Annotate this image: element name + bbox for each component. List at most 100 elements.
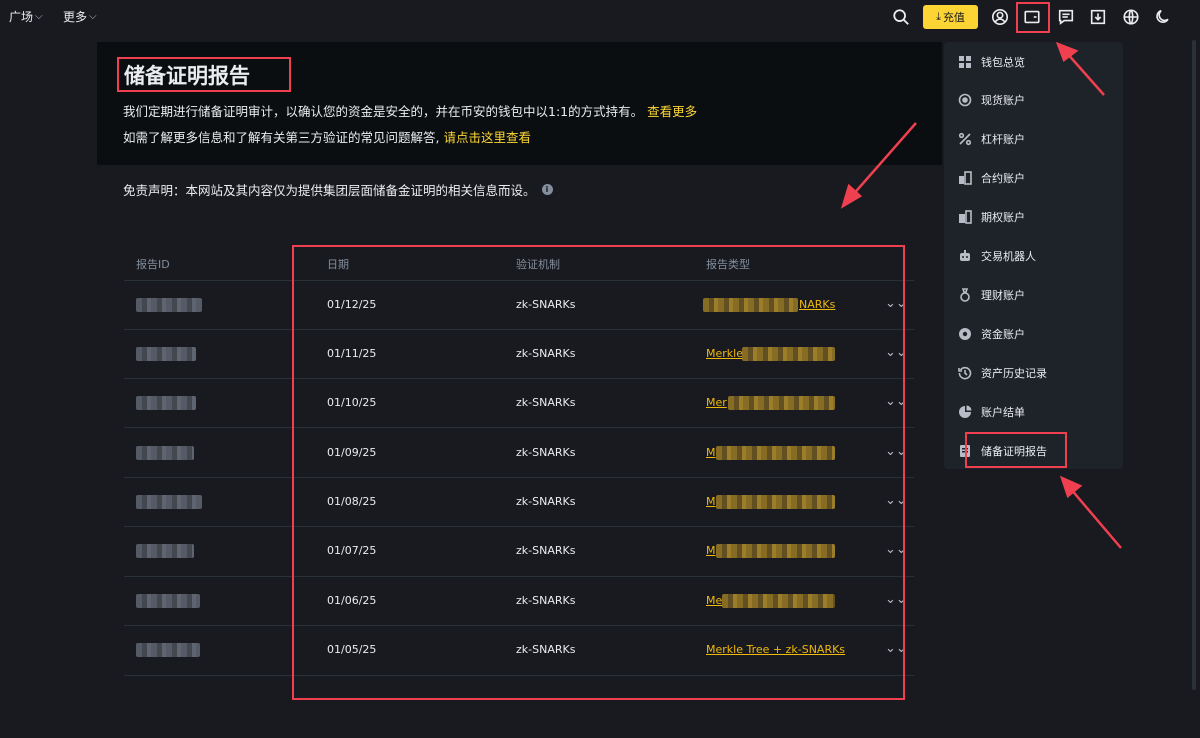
header-report-type: 报告类型 [706, 258, 750, 271]
report-type-link[interactable]: NARKs [799, 298, 835, 311]
nav-square[interactable]: 广场 ⌵ [9, 8, 43, 25]
arrow-line [1069, 487, 1122, 549]
row-date: 01/07/25 [327, 544, 377, 557]
report-type-redacted [716, 544, 835, 558]
options-icon [959, 210, 972, 224]
view-more-link[interactable]: 查看更多 [647, 104, 697, 119]
expand-icon[interactable]: ⌄⌄ [885, 444, 907, 459]
expand-icon[interactable]: ⌄⌄ [885, 394, 907, 409]
expand-icon[interactable]: ⌄⌄ [885, 542, 907, 557]
disclaimer: 免责声明：本网站及其内容仅为提供集团层面储备金证明的相关信息而设。 i [123, 180, 553, 199]
row-date: 01/05/25 [327, 643, 377, 656]
divider [124, 378, 914, 379]
futures-icon [959, 171, 972, 185]
report-type-link[interactable]: M [706, 544, 716, 557]
divider [124, 329, 914, 330]
robot-icon [960, 250, 970, 261]
menu-item-label: 储备证明报告 [981, 445, 1047, 458]
divider [124, 477, 914, 478]
menu-item-futures-account[interactable]: 合约账户 [958, 170, 1025, 186]
menu-item-label: 账户结单 [981, 406, 1025, 419]
menu-item-label: 合约账户 [981, 172, 1025, 185]
report-type-redacted [742, 347, 835, 361]
wallet-icon[interactable] [1021, 6, 1043, 28]
hero-line2-text: 如需了解更多信息和了解有关第三方验证的常见问题解答, [123, 130, 440, 145]
money-bag-icon [960, 288, 970, 302]
reserve-report-icon [960, 445, 970, 457]
row-date: 01/09/25 [327, 446, 377, 459]
report-type-redacted [716, 446, 835, 460]
top-bar: 广场 ⌵ 更多 ⌵ ⤓ 充值 [0, 0, 1200, 34]
row-mechanism: zk-SNARKs [516, 643, 576, 656]
report-type-redacted [703, 298, 798, 312]
page-title: 储备证明报告 [124, 64, 250, 88]
report-type-link[interactable]: Merkle Tree + zk-SNARKs [706, 643, 845, 656]
expand-icon[interactable]: ⌄⌄ [885, 493, 907, 508]
menu-item-wallet-overview[interactable]: 钱包总览 [958, 54, 1025, 70]
divider [124, 280, 914, 281]
menu-item-options-account[interactable]: 期权账户 [958, 209, 1025, 225]
row-mechanism: zk-SNARKs [516, 298, 576, 311]
menu-item-trading-bots[interactable]: 交易机器人 [958, 248, 1036, 264]
row-mechanism: zk-SNARKs [516, 446, 576, 459]
menu-item-label: 资金账户 [981, 328, 1025, 341]
spot-icon [958, 93, 972, 107]
header-date: 日期 [327, 258, 349, 271]
history-icon [958, 366, 972, 380]
hero-faq: 如需了解更多信息和了解有关第三方验证的常见问题解答, 请点击这里查看 [123, 127, 531, 146]
menu-item-funding-account[interactable]: 资金账户 [958, 326, 1025, 342]
divider [124, 526, 914, 527]
funding-icon [959, 328, 971, 340]
deposit-button[interactable]: ⤓ 充值 [923, 5, 978, 29]
menu-item-label: 交易机器人 [981, 250, 1036, 263]
report-type-link[interactable]: Me [706, 594, 722, 607]
download-app-icon[interactable] [1087, 6, 1109, 28]
divider [124, 576, 914, 577]
report-type-link[interactable]: M [706, 446, 716, 459]
report-type-redacted [716, 495, 835, 509]
deposit-label: 充值 [942, 11, 965, 24]
report-id-redacted [136, 495, 202, 509]
arrow-head [1059, 475, 1083, 499]
menu-item-proof-of-reserves[interactable]: 储备证明报告 [958, 443, 1047, 459]
expand-icon[interactable]: ⌄⌄ [885, 296, 907, 311]
report-type-link[interactable]: M [706, 495, 716, 508]
menu-item-label: 理财账户 [981, 289, 1025, 302]
report-type-link[interactable]: Mer [706, 396, 727, 409]
report-type-redacted [722, 594, 835, 608]
report-type-link[interactable]: Merkle [706, 347, 743, 360]
expand-icon[interactable]: ⌄⌄ [885, 592, 907, 607]
menu-item-asset-history[interactable]: 资产历史记录 [958, 365, 1047, 381]
message-icon[interactable] [1055, 6, 1077, 28]
scrollbar[interactable] [1192, 40, 1196, 690]
report-id-redacted [136, 643, 200, 657]
menu-item-label: 资产历史记录 [981, 367, 1047, 380]
report-id-redacted [136, 594, 200, 608]
menu-item-spot-account[interactable]: 现货账户 [958, 92, 1025, 108]
header-report-id: 报告ID [136, 258, 170, 271]
menu-item-label: 钱包总览 [981, 56, 1025, 69]
info-icon[interactable]: i [541, 184, 553, 195]
row-date: 01/10/25 [327, 396, 377, 409]
divider [124, 427, 914, 428]
expand-icon[interactable]: ⌄⌄ [885, 345, 907, 360]
menu-item-margin-account[interactable]: 杠杆账户 [958, 131, 1025, 147]
header-mechanism: 验证机制 [516, 258, 560, 271]
click-here-link[interactable]: 请点击这里查看 [443, 130, 531, 145]
nav-more[interactable]: 更多 ⌵ [63, 8, 97, 25]
report-id-redacted [136, 396, 196, 410]
chevron-down-icon: ⌵ [89, 11, 97, 22]
menu-item-earn-account[interactable]: 理财账户 [958, 287, 1025, 303]
hero-line1-text: 我们定期进行储备证明审计，以确认您的资金是安全的，并在币安的钱包中以1:1的方式… [123, 104, 644, 119]
expand-icon[interactable]: ⌄⌄ [885, 641, 907, 656]
report-id-redacted [136, 347, 196, 361]
globe-icon[interactable] [1120, 6, 1142, 28]
menu-item-label: 杠杆账户 [981, 133, 1025, 146]
report-type-redacted [728, 396, 835, 410]
user-icon[interactable] [989, 6, 1011, 28]
menu-item-account-statement[interactable]: 账户结单 [958, 404, 1025, 420]
menu-item-label: 期权账户 [981, 211, 1025, 224]
grid-icon [959, 56, 971, 68]
search-icon[interactable] [890, 6, 912, 28]
moon-icon[interactable] [1152, 6, 1174, 28]
